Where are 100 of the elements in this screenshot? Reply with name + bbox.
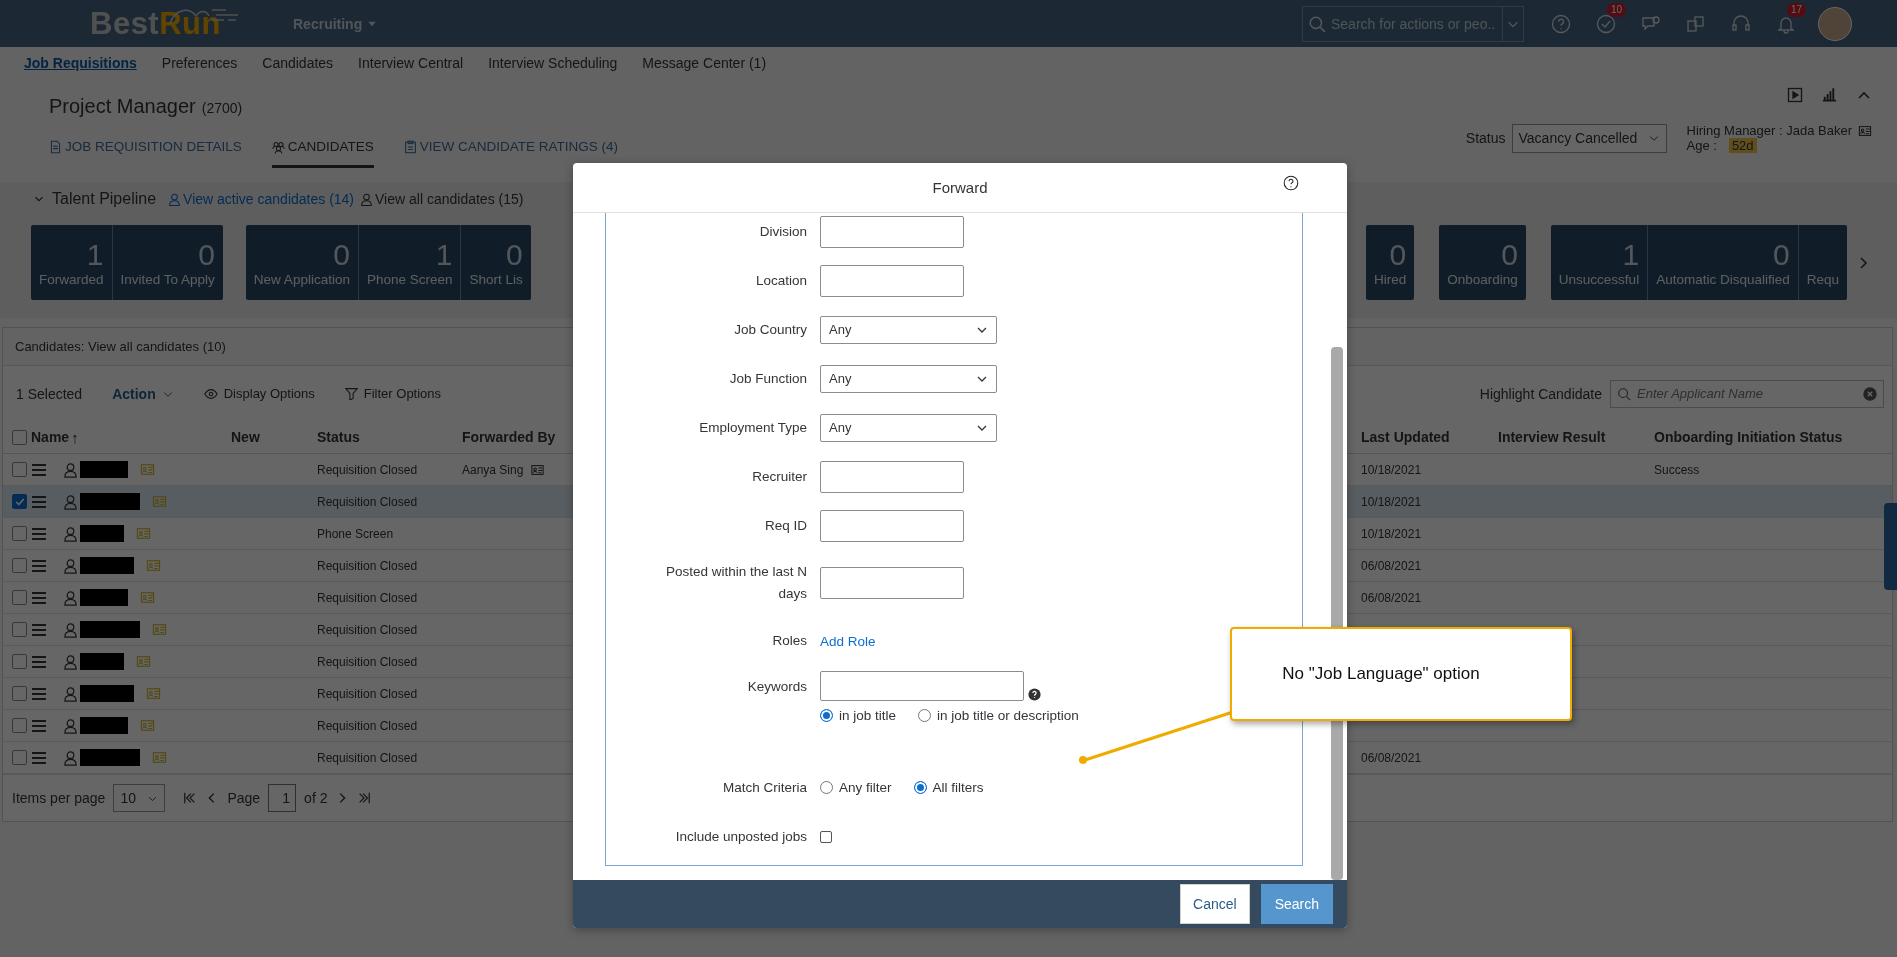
pipeline-tile[interactable]: 1 Forwarded bbox=[31, 225, 112, 300]
contact-card-icon[interactable] bbox=[152, 623, 167, 636]
nav-link[interactable]: Job Requisitions bbox=[24, 54, 137, 71]
last-page-icon[interactable] bbox=[357, 791, 372, 805]
search-icon[interactable] bbox=[1308, 14, 1326, 33]
contact-card-icon[interactable] bbox=[152, 751, 167, 764]
avatar[interactable] bbox=[1818, 6, 1852, 41]
contact-card-icon[interactable] bbox=[146, 559, 161, 572]
pipeline-tile[interactable]: 1 Unsuccessful bbox=[1550, 225, 1648, 300]
column-header[interactable]: New bbox=[231, 429, 260, 445]
contact-card-icon[interactable] bbox=[140, 463, 155, 476]
eye-icon[interactable] bbox=[203, 386, 218, 401]
column-header[interactable]: Forwarded By bbox=[462, 429, 556, 445]
contact-card-icon[interactable] bbox=[136, 655, 151, 668]
filter-link[interactable]: View all candidates (15) bbox=[360, 191, 524, 207]
menu-icon[interactable] bbox=[31, 557, 47, 574]
column-header[interactable]: Onboarding Initiation Status bbox=[1654, 429, 1843, 445]
nav-link[interactable]: Interview Scheduling bbox=[488, 54, 618, 71]
help-icon[interactable] bbox=[1028, 688, 1041, 701]
radio-button[interactable] bbox=[913, 781, 927, 794]
menu-icon[interactable] bbox=[31, 525, 47, 542]
status-dropdown[interactable]: Vacancy Cancelled bbox=[1511, 123, 1667, 153]
row-checkbox[interactable] bbox=[12, 462, 27, 477]
row-checkbox[interactable] bbox=[12, 494, 27, 509]
option-label[interactable]: All filters bbox=[932, 780, 984, 795]
nav-link[interactable]: Interview Central bbox=[358, 54, 464, 71]
column-header[interactable]: Status bbox=[317, 429, 360, 445]
column-header[interactable]: Interview Result bbox=[1498, 429, 1606, 445]
text-field[interactable] bbox=[820, 509, 964, 542]
row-checkbox[interactable] bbox=[12, 558, 27, 573]
dropdown[interactable]: Any bbox=[820, 315, 997, 344]
menu-icon[interactable] bbox=[31, 493, 47, 510]
row-checkbox[interactable] bbox=[12, 718, 27, 733]
tab[interactable]: JOB REQUISITION DETAILS bbox=[49, 135, 242, 168]
dropdown[interactable]: Any bbox=[820, 413, 997, 442]
menu-icon[interactable] bbox=[31, 749, 47, 766]
row-checkbox[interactable] bbox=[12, 686, 27, 701]
pipeline-tile[interactable]: Requ bbox=[1797, 225, 1847, 300]
display-options-button[interactable]: Display Options bbox=[203, 386, 315, 401]
text-field[interactable] bbox=[820, 215, 964, 248]
option-label[interactable]: Any filter bbox=[839, 780, 892, 795]
contact-card-icon[interactable] bbox=[146, 687, 161, 700]
column-header[interactable]: Name bbox=[31, 429, 70, 445]
row-checkbox[interactable] bbox=[12, 750, 27, 765]
search-scope-button[interactable] bbox=[1502, 5, 1524, 42]
pipeline-tile[interactable]: 0 New Application bbox=[245, 225, 358, 300]
sort-arrow[interactable]: ↑ bbox=[71, 428, 79, 446]
pipeline-tile[interactable]: 1 Phone Screen bbox=[357, 225, 461, 300]
menu-icon[interactable] bbox=[31, 717, 47, 734]
play-icon[interactable] bbox=[1787, 86, 1803, 103]
menu-icon[interactable] bbox=[31, 653, 47, 670]
checkmark-circle-icon[interactable] bbox=[1595, 13, 1616, 34]
checkbox[interactable] bbox=[820, 830, 832, 843]
items-per-page-dropdown[interactable]: 10 bbox=[113, 784, 166, 812]
search-icon[interactable] bbox=[1617, 386, 1631, 401]
search-button[interactable]: Search bbox=[1260, 884, 1333, 924]
cancel-button[interactable]: Cancel bbox=[1180, 884, 1250, 924]
dropdown[interactable]: Any bbox=[820, 364, 997, 393]
menu-icon[interactable] bbox=[31, 589, 47, 606]
nav-link[interactable]: Message Center (1) bbox=[642, 54, 767, 71]
clear-icon[interactable] bbox=[1863, 386, 1877, 401]
contact-card-icon[interactable] bbox=[136, 527, 151, 540]
contact-card-icon[interactable] bbox=[140, 591, 155, 604]
keywords-field[interactable] bbox=[820, 671, 1024, 701]
radio-button[interactable] bbox=[820, 709, 833, 722]
pipeline-tile[interactable]: 0 Automatic Disqualified bbox=[1647, 225, 1798, 300]
side-panel-handle[interactable] bbox=[1884, 503, 1897, 590]
row-checkbox[interactable] bbox=[12, 654, 27, 669]
radio-button[interactable] bbox=[820, 781, 833, 794]
option-label[interactable]: in job title bbox=[839, 708, 897, 723]
action-button[interactable]: Action bbox=[112, 385, 174, 402]
add-role-link[interactable]: Add Role bbox=[820, 633, 876, 649]
pipeline-tile[interactable]: 0 Short Lis bbox=[460, 225, 531, 300]
contact-card-icon[interactable] bbox=[531, 463, 545, 476]
filter-link[interactable]: View active candidates (14) bbox=[168, 191, 355, 207]
row-checkbox[interactable] bbox=[12, 526, 27, 541]
tab[interactable]: VIEW CANDIDATE RATINGS (4) bbox=[403, 135, 619, 168]
filter-icon[interactable] bbox=[344, 387, 358, 400]
menu-icon[interactable] bbox=[31, 461, 47, 478]
menu-icon[interactable] bbox=[31, 685, 47, 702]
pipeline-tile[interactable]: 0 Onboarding bbox=[1439, 225, 1526, 300]
text-field[interactable] bbox=[820, 460, 964, 493]
person-icon[interactable] bbox=[168, 192, 182, 206]
text-field[interactable] bbox=[820, 264, 964, 297]
nav-link[interactable]: Preferences bbox=[161, 54, 238, 71]
radio-button[interactable] bbox=[918, 709, 932, 722]
nav-link[interactable]: Candidates bbox=[262, 54, 334, 71]
pipeline-tile[interactable]: 0 Invited To Apply bbox=[111, 225, 223, 300]
bar-chart-icon[interactable] bbox=[1821, 86, 1838, 103]
row-checkbox[interactable] bbox=[12, 622, 27, 637]
row-checkbox[interactable] bbox=[12, 590, 27, 605]
menu-icon[interactable] bbox=[31, 621, 47, 638]
contact-card-icon[interactable] bbox=[1858, 124, 1872, 137]
column-header[interactable]: Last Updated bbox=[1361, 429, 1450, 445]
help-icon[interactable] bbox=[1283, 175, 1299, 191]
person-icon[interactable] bbox=[360, 192, 374, 206]
pipeline-tile[interactable]: 0 Hired bbox=[1366, 225, 1415, 300]
headset-icon[interactable] bbox=[1730, 13, 1751, 34]
select-all-checkbox[interactable] bbox=[12, 429, 27, 445]
page-number-field[interactable]: 1 bbox=[268, 784, 297, 812]
